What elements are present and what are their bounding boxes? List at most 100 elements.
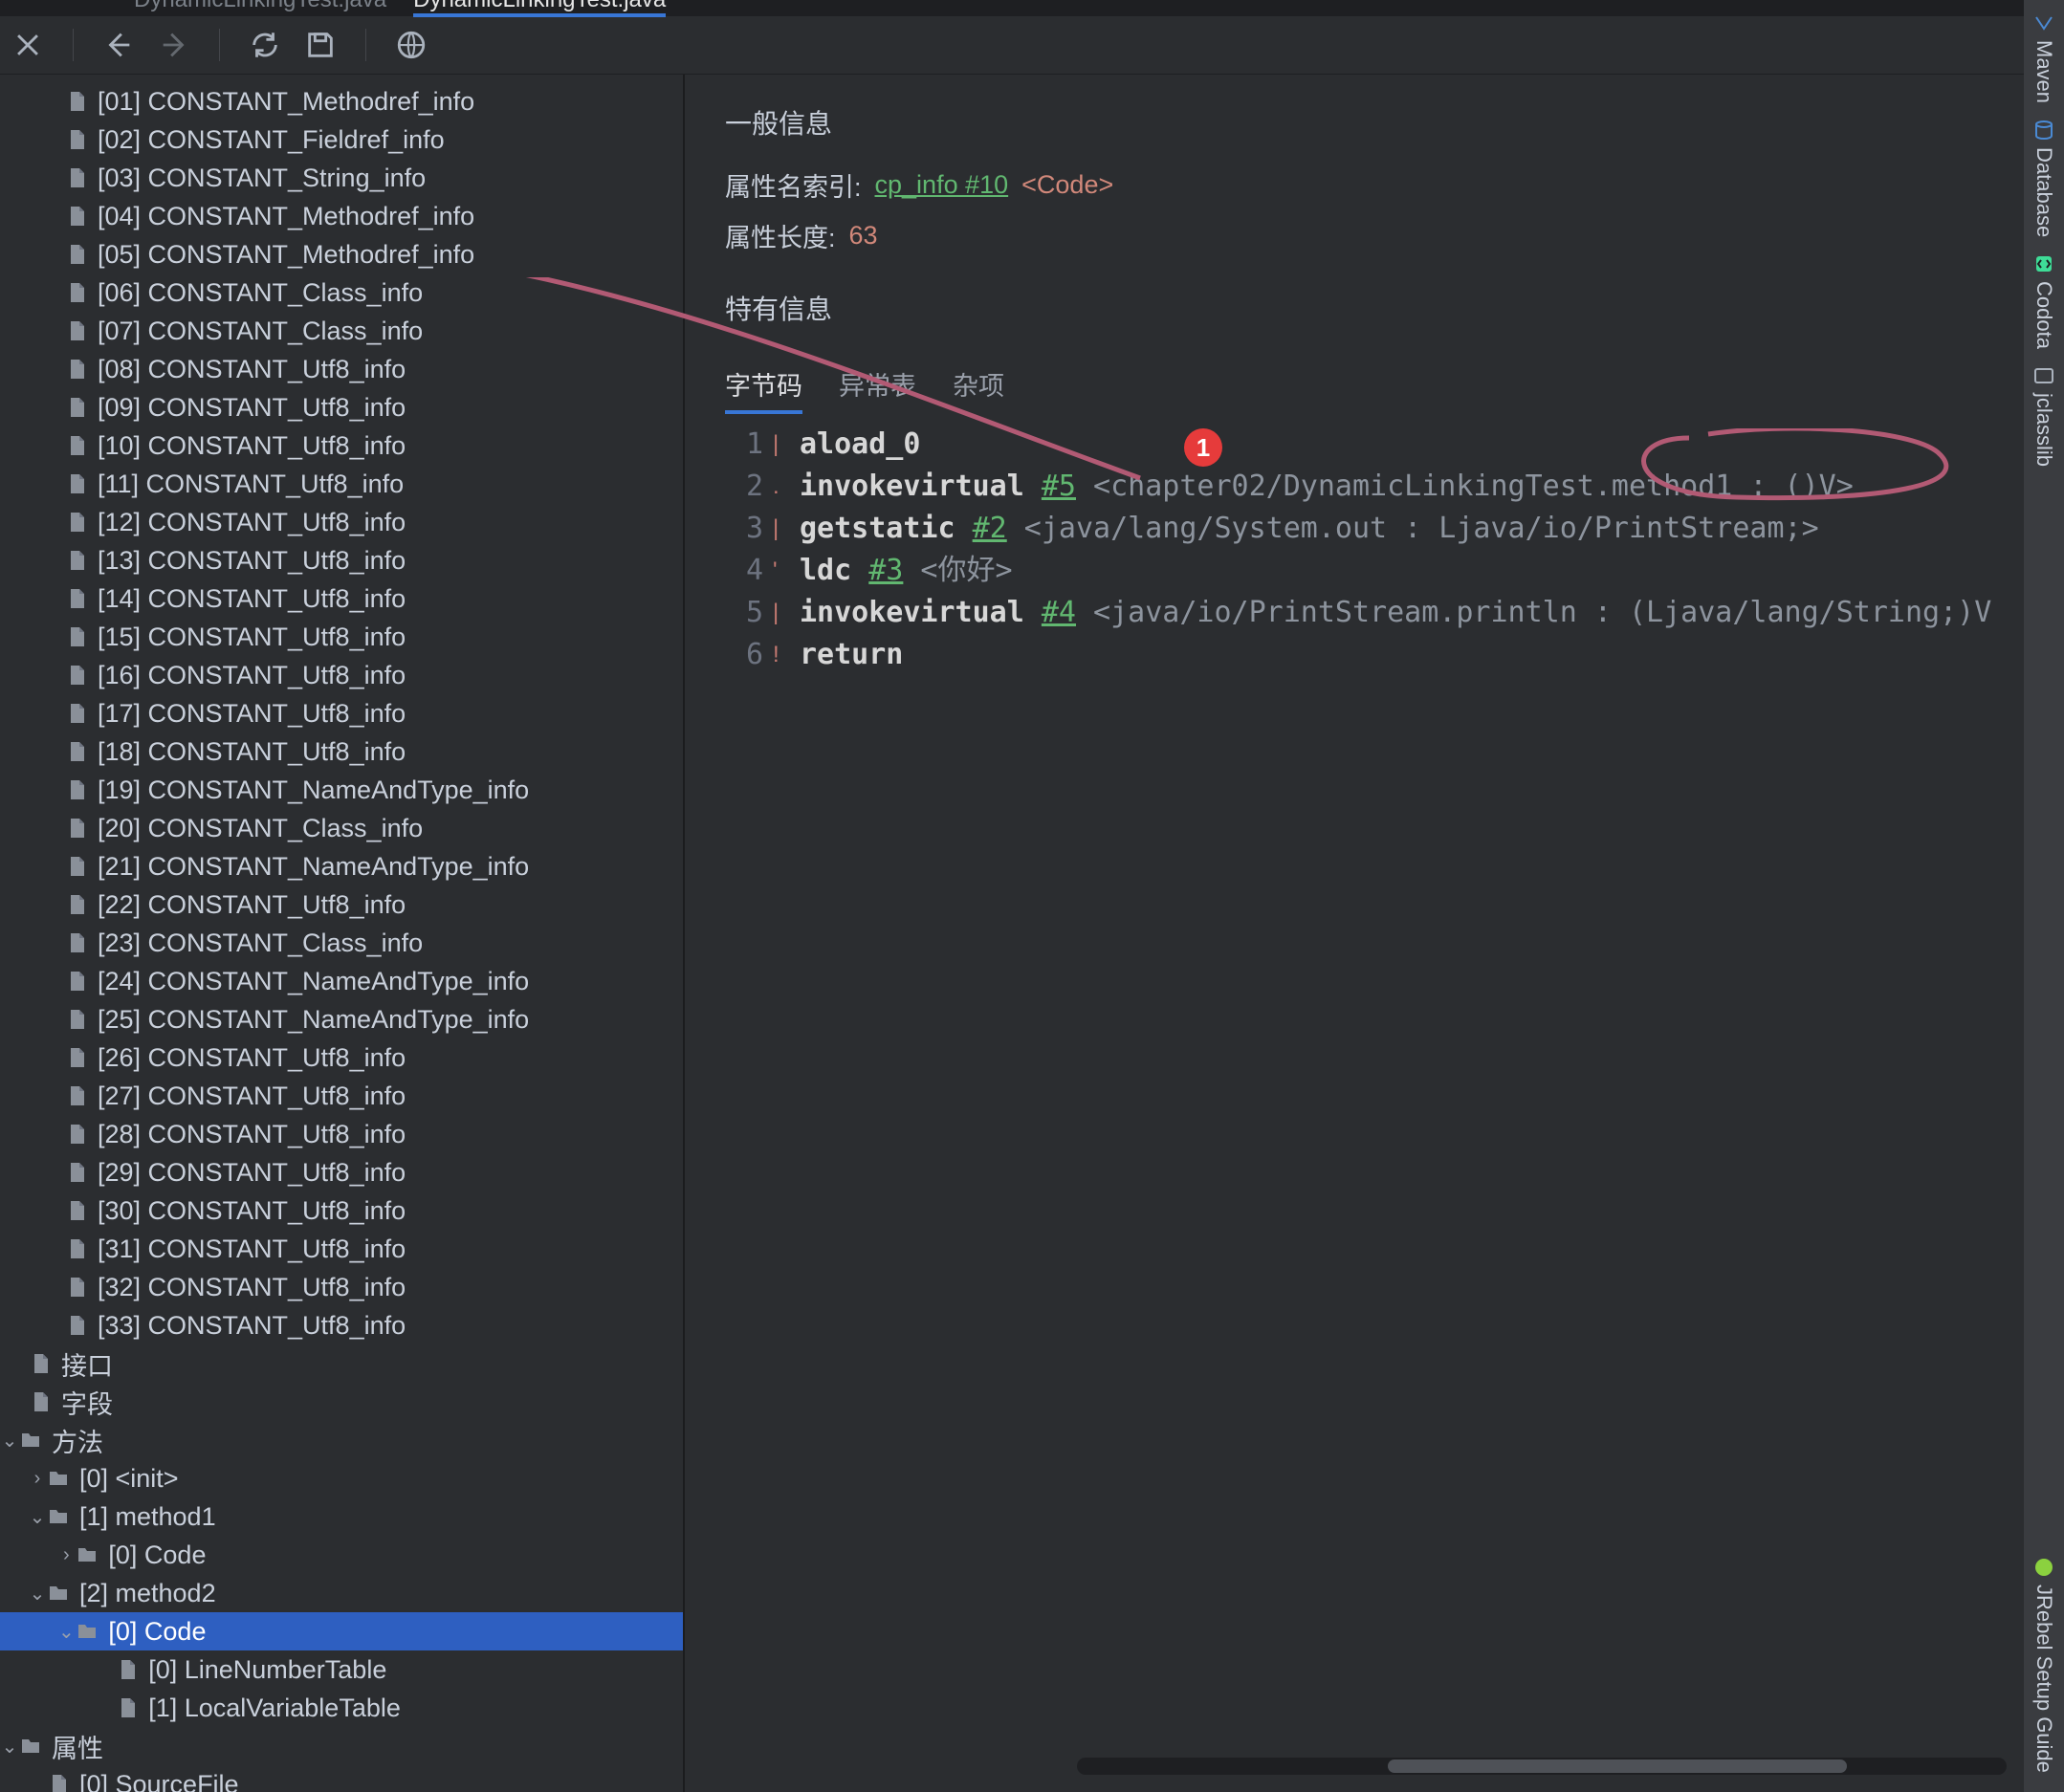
tree-row[interactable]: [08] CONSTANT_Utf8_info [0,350,683,388]
tree-row[interactable]: 接口 [0,1344,683,1383]
tree-row[interactable]: [28] CONSTANT_Utf8_info [0,1115,683,1153]
rail-label: Maven [2031,40,2056,103]
line-number: 2 [725,466,763,508]
tree-label: [10] CONSTANT_Utf8_info [98,431,406,461]
tree-row[interactable]: [07] CONSTANT_Class_info [0,312,683,350]
chevron-icon[interactable]: ⌄ [28,1582,47,1606]
rail-maven[interactable]: Maven [2031,11,2056,103]
tree-row[interactable]: [03] CONSTANT_String_info [0,159,683,197]
tree-row[interactable]: [14] CONSTANT_Utf8_info [0,579,683,618]
tree-row[interactable]: [29] CONSTANT_Utf8_info [0,1153,683,1191]
tree-row[interactable]: [18] CONSTANT_Utf8_info [0,732,683,771]
rail-label: Database [2031,147,2056,237]
tree-row[interactable]: [1] LocalVariableTable [0,1689,683,1727]
chevron-icon[interactable]: › [28,1468,47,1490]
chevron-icon[interactable]: ⌄ [0,1735,19,1759]
chevron-icon[interactable]: ⌄ [56,1620,76,1644]
editor-tab-active[interactable]: DynamicLinkingTest.java [413,0,666,15]
tree-row[interactable]: ⌄方法 [0,1421,683,1459]
tree-row[interactable]: [17] CONSTANT_Utf8_info [0,694,683,732]
scrollbar-thumb[interactable] [1388,1759,1847,1773]
tree-row[interactable]: [20] CONSTANT_Class_info [0,809,683,847]
rail-jclasslib[interactable]: jclasslib [2031,364,2056,467]
tree-row[interactable]: [0] SourceFile [0,1765,683,1792]
tree-row[interactable]: [24] CONSTANT_NameAndType_info [0,962,683,1000]
tree-row[interactable]: [21] CONSTANT_NameAndType_info [0,847,683,885]
file-icon [65,625,88,648]
tree-row[interactable]: ⌄ [1] method1 [0,1497,683,1536]
section-special: 特有信息 [725,289,2043,327]
rail-database[interactable]: Database [2031,119,2056,237]
tree-row[interactable]: [15] CONSTANT_Utf8_info [0,618,683,656]
structure-tree[interactable]: [01] CONSTANT_Methodref_info[02] CONSTAN… [0,75,685,1792]
tree-row[interactable]: › [0] Code [0,1536,683,1574]
cp-ref-link[interactable]: #5 [1042,470,1076,503]
tree-row[interactable]: [12] CONSTANT_Utf8_info [0,503,683,541]
tree-row[interactable]: ⌄[2] method2 [0,1574,683,1612]
tree-row[interactable]: [13] CONSTANT_Utf8_info [0,541,683,579]
tree-row[interactable]: [0] LineNumberTable [0,1650,683,1689]
chevron-icon[interactable]: › [56,1544,76,1566]
tree-row[interactable]: 字段 [0,1383,683,1421]
tree-row[interactable]: [31] CONSTANT_Utf8_info [0,1230,683,1268]
tree-label: [08] CONSTANT_Utf8_info [98,355,406,384]
back-icon[interactable] [102,29,135,61]
tree-row[interactable]: ⌄属性 [0,1727,683,1765]
file-icon [65,1046,88,1069]
refresh-icon[interactable] [249,29,281,61]
tab-misc[interactable]: 杂项 [953,360,1004,412]
horizontal-scrollbar[interactable] [1077,1758,2007,1775]
tree-label: [22] CONSTANT_Utf8_info [98,890,406,920]
tree-row[interactable]: [27] CONSTANT_Utf8_info [0,1077,683,1115]
tree-row[interactable]: [06] CONSTANT_Class_info [0,273,683,312]
cp-ref-link[interactable]: #4 [1042,596,1076,629]
tree-label: [05] CONSTANT_Methodref_info [98,240,474,270]
tree-row[interactable]: [30] CONSTANT_Utf8_info [0,1191,683,1230]
tree-row[interactable]: [04] CONSTANT_Methodref_info [0,197,683,235]
tree-row[interactable]: [33] CONSTANT_Utf8_info [0,1306,683,1344]
file-icon [65,1237,88,1260]
tree-row[interactable]: [02] CONSTANT_Fieldref_info [0,120,683,159]
browser-icon[interactable] [395,29,428,61]
file-icon [65,243,88,266]
chevron-icon[interactable]: ⌄ [28,1505,47,1529]
cp-ref-link[interactable]: #2 [973,512,1007,545]
rail-codota[interactable]: Codota [2031,252,2056,349]
tree-row[interactable]: [01] CONSTANT_Methodref_info [0,82,683,120]
forward-icon[interactable] [158,29,190,61]
instruction: getstatic #2 <java/lang/System.out : Lja… [800,508,1819,550]
tree-label: 字段 [61,1384,113,1421]
file-icon [65,778,88,801]
tab-bytecode[interactable]: 字节码 [725,360,802,412]
tree-row[interactable]: [25] CONSTANT_NameAndType_info [0,1000,683,1038]
instruction: aload_0 [800,424,920,466]
tree-row[interactable]: ›[0] <init> [0,1459,683,1497]
tree-label: [14] CONSTANT_Utf8_info [98,584,406,614]
chevron-icon[interactable]: ⌄ [0,1429,19,1453]
rail-jrebel[interactable]: JRebel Setup Guide [2031,1556,2056,1773]
tree-row[interactable]: [22] CONSTANT_Utf8_info [0,885,683,924]
tree-row[interactable]: [19] CONSTANT_NameAndType_info [0,771,683,809]
tree-row[interactable]: [16] CONSTANT_Utf8_info [0,656,683,694]
close-icon[interactable] [11,29,44,61]
bytecode-line: 4'ldc #3 <你好> [725,550,2043,592]
tree-row[interactable]: [10] CONSTANT_Utf8_info [0,426,683,465]
editor-tab[interactable]: DynamicLinkingTest.java [134,0,386,15]
tree-label: [13] CONSTANT_Utf8_info [98,546,406,576]
tree-row[interactable]: [26] CONSTANT_Utf8_info [0,1038,683,1077]
tree-label: [0] Code [108,1541,206,1570]
tree-row[interactable]: [11] CONSTANT_Utf8_info [0,465,683,503]
tree-label: [33] CONSTANT_Utf8_info [98,1311,406,1341]
tree-label: [31] CONSTANT_Utf8_info [98,1235,406,1264]
tree-row[interactable]: ⌄[0] Code [0,1612,683,1650]
file-icon [65,1161,88,1184]
tree-row[interactable]: [05] CONSTANT_Methodref_info [0,235,683,273]
tree-row[interactable]: [23] CONSTANT_Class_info [0,924,683,962]
cp-info-link[interactable]: cp_info #10 [875,170,1009,200]
tab-exception-table[interactable]: 异常表 [839,360,916,412]
save-icon[interactable] [304,29,337,61]
tree-row[interactable]: [09] CONSTANT_Utf8_info [0,388,683,426]
tree-label: [1] method1 [79,1502,216,1532]
cp-ref-link[interactable]: #3 [868,554,903,587]
tree-row[interactable]: [32] CONSTANT_Utf8_info [0,1268,683,1306]
